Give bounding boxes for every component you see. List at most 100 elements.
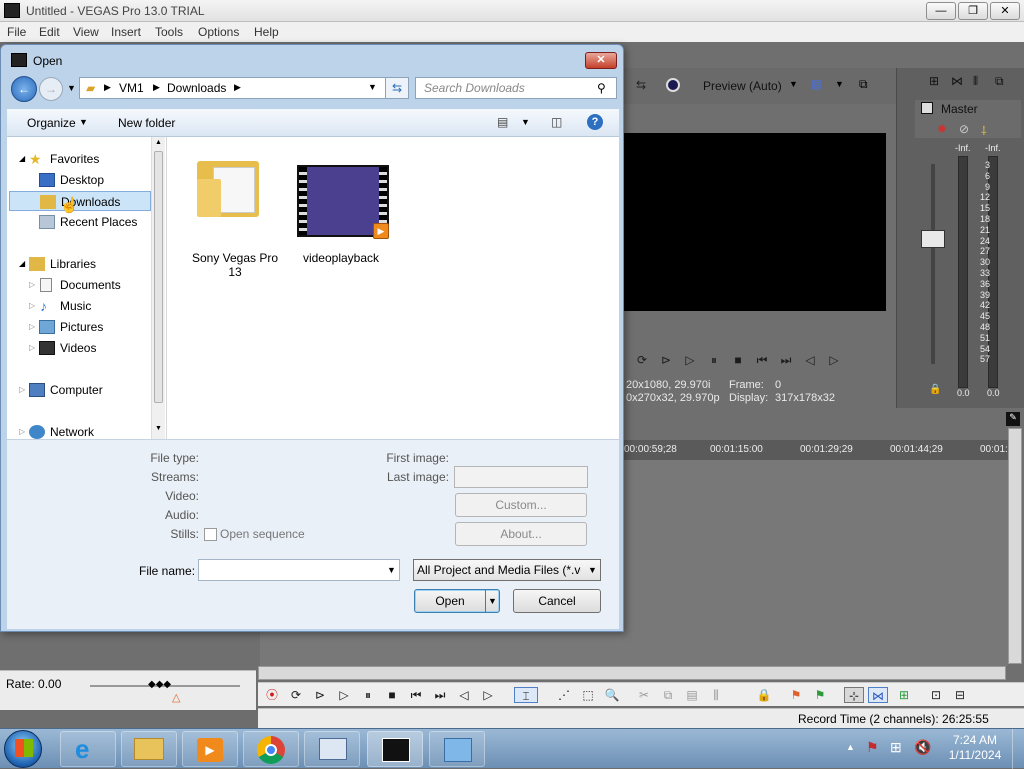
mixer-fx-icon[interactable]: ⫴: [973, 74, 978, 89]
menu-insert[interactable]: Insert: [111, 25, 141, 39]
zoom-tool-icon[interactable]: 🔍: [604, 687, 620, 703]
marker-icon[interactable]: ✎: [1006, 412, 1020, 426]
custom-button[interactable]: Custom...: [455, 493, 587, 517]
address-dropdown-icon[interactable]: ▼: [368, 82, 377, 92]
pause-icon[interactable]: ⏸: [706, 352, 722, 368]
loop-icon[interactable]: ⟳: [634, 352, 650, 368]
chevron-down-icon[interactable]: ▼: [387, 565, 396, 575]
show-hidden-icons-icon[interactable]: ▲: [846, 742, 855, 752]
breadcrumb-downloads[interactable]: Downloads: [167, 81, 226, 95]
forward-button[interactable]: →: [39, 77, 63, 101]
rate-slider-handle[interactable]: ◆◆◆: [148, 679, 171, 690]
chevron-down-icon[interactable]: ▼: [588, 565, 597, 575]
taskbar-clock[interactable]: 7:24 AM 1/11/2024: [940, 733, 1010, 765]
nav-scrollbar[interactable]: ▲ ▼: [151, 137, 165, 439]
file-name-input[interactable]: ▼: [198, 559, 400, 581]
breadcrumb-vm1[interactable]: VM1: [119, 81, 144, 95]
taskbar-file-explorer[interactable]: [121, 731, 177, 767]
help-icon[interactable]: ?: [587, 114, 603, 130]
bypass-icon[interactable]: ⊘: [959, 122, 969, 136]
grid-icon[interactable]: ▦: [811, 77, 822, 91]
paste-icon[interactable]: ▤: [684, 687, 700, 703]
vertical-scrollbar[interactable]: [1008, 428, 1022, 664]
list-item[interactable]: ▶ videoplayback: [289, 145, 393, 275]
network-status-icon[interactable]: ⊞: [890, 739, 902, 756]
action-center-icon[interactable]: ⚑: [866, 739, 879, 756]
stop-icon[interactable]: ■: [730, 352, 746, 368]
minimize-button[interactable]: —: [926, 2, 956, 20]
start-button[interactable]: [4, 730, 42, 768]
nav-libraries[interactable]: ◢ Libraries: [7, 254, 147, 274]
trim-icon[interactable]: ⫼: [708, 687, 724, 703]
region-flag-icon[interactable]: ⚑: [812, 687, 828, 703]
ignore-grouping-icon[interactable]: ⊟: [952, 687, 968, 703]
taskbar-vegas-pro[interactable]: [367, 731, 423, 767]
collapse-arrow-icon[interactable]: ◢: [19, 254, 25, 274]
search-input[interactable]: Search Downloads: [415, 77, 617, 99]
record-icon[interactable]: ⦿: [264, 687, 280, 703]
list-item[interactable]: Sony Vegas Pro 13: [183, 145, 287, 279]
cancel-button[interactable]: Cancel: [513, 589, 601, 613]
preview-mode-dropdown[interactable]: Preview (Auto): [703, 79, 782, 93]
play-icon[interactable]: ▷: [336, 687, 352, 703]
expand-arrow-icon[interactable]: ▷: [19, 380, 25, 400]
chevron-down-icon[interactable]: ▼: [79, 117, 88, 127]
edit-tool-icon[interactable]: ⌶: [514, 687, 538, 703]
expand-arrow-icon[interactable]: ▷: [29, 275, 35, 295]
auto-ripple-icon[interactable]: ⋈: [868, 687, 888, 703]
nav-desktop[interactable]: Desktop: [7, 170, 147, 190]
history-chevron-icon[interactable]: ▼: [67, 83, 76, 93]
nav-downloads[interactable]: Downloads ☝: [9, 191, 151, 214]
marker-flag-icon[interactable]: ⚑: [788, 687, 804, 703]
prev-frame-icon[interactable]: ◁: [456, 687, 472, 703]
expand-arrow-icon[interactable]: ▷: [29, 317, 35, 337]
nav-favorites[interactable]: ◢ ★ Favorites: [7, 149, 147, 169]
back-button[interactable]: ←: [11, 76, 37, 102]
desktop-peek-button[interactable]: [1012, 729, 1024, 769]
play-from-start-icon[interactable]: ⊳: [658, 352, 674, 368]
open-sequence-checkbox[interactable]: [204, 528, 217, 541]
taskbar-remote-desktop[interactable]: [304, 731, 360, 767]
open-button[interactable]: Open ▼: [414, 589, 500, 613]
address-bar[interactable]: ▰ ▶ VM1 ▶ Downloads ▶ ▼: [79, 77, 409, 99]
loop-icon[interactable]: ⟳: [288, 687, 304, 703]
play-icon[interactable]: ▷: [682, 352, 698, 368]
collapse-arrow-icon[interactable]: ◢: [19, 149, 25, 169]
gear-icon[interactable]: ✹: [937, 122, 947, 136]
expand-arrow-icon[interactable]: ▷: [29, 296, 35, 316]
nav-music[interactable]: ▷ ♪ Music: [7, 296, 147, 316]
cut-icon[interactable]: ✂: [636, 687, 652, 703]
volume-muted-icon[interactable]: 🔇: [914, 739, 931, 756]
menu-help[interactable]: Help: [254, 25, 279, 39]
prev-frame-icon[interactable]: ◁: [802, 352, 818, 368]
chevron-down-icon[interactable]: ▼: [521, 117, 530, 127]
lock-envelopes-icon[interactable]: ⊡: [928, 687, 944, 703]
play-from-start-icon[interactable]: ⊳: [312, 687, 328, 703]
maximize-button[interactable]: ❐: [958, 2, 988, 20]
timeline-horizontal-scrollbar[interactable]: [258, 666, 1006, 680]
nav-videos[interactable]: ▷ Videos: [7, 338, 147, 358]
menu-edit[interactable]: Edit: [39, 25, 60, 39]
scroll-down-icon[interactable]: ▼: [155, 425, 162, 432]
next-frame-icon[interactable]: ▷: [480, 687, 496, 703]
lock-icon[interactable]: 🔒: [929, 384, 941, 395]
nav-pictures[interactable]: ▷ Pictures: [7, 317, 147, 337]
taskbar-media-player[interactable]: ▶: [182, 731, 238, 767]
preview-props-icon[interactable]: ⇆: [636, 78, 646, 92]
menu-tools[interactable]: Tools: [155, 25, 183, 39]
menu-file[interactable]: File: [7, 25, 26, 39]
view-options-icon[interactable]: ▤: [497, 115, 508, 129]
taskbar-chrome[interactable]: [243, 731, 299, 767]
nav-recent-places[interactable]: Recent Places: [7, 212, 147, 232]
taskbar-internet-explorer[interactable]: e: [60, 731, 116, 767]
fader-handle[interactable]: [921, 230, 945, 248]
dialog-close-button[interactable]: ✕: [585, 52, 617, 69]
lock-icon[interactable]: 🔒: [756, 687, 772, 703]
taskbar-control-panel[interactable]: [429, 731, 485, 767]
refresh-button[interactable]: ⇆: [385, 77, 409, 99]
last-image-field[interactable]: [454, 466, 588, 488]
scroll-up-icon[interactable]: ▲: [155, 139, 162, 146]
nav-computer[interactable]: ▷ Computer: [7, 380, 147, 400]
copy-snapshot-icon[interactable]: ⧉: [859, 77, 868, 92]
preview-color-icon[interactable]: [666, 78, 680, 92]
